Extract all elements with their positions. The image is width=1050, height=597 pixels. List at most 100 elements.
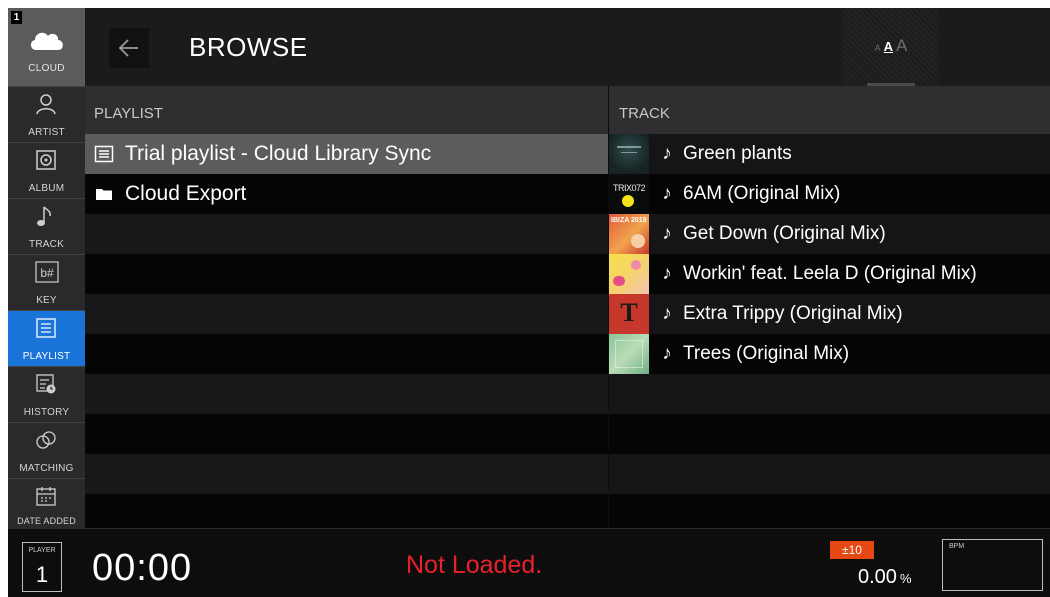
track-artwork: IBIZA 2019 xyxy=(609,214,649,254)
track-row[interactable]: ♪ Workin' feat. Leela D (Original Mix) xyxy=(609,254,1050,294)
category-history-label: HISTORY xyxy=(23,407,70,418)
category-album[interactable]: ALBUM xyxy=(8,142,85,198)
font-size-medium: A xyxy=(883,39,894,54)
empty-row xyxy=(85,214,608,254)
player-info-bar: PLAYER 1 00:00 Not Loaded. ±10 0.00% BPM xyxy=(8,528,1050,597)
source-cloud-button[interactable]: 1 CLOUD xyxy=(8,8,85,86)
artist-icon xyxy=(36,94,56,115)
artwork-text: TRIX072 xyxy=(612,183,646,193)
tempo-range-badge: ±10 xyxy=(830,541,874,559)
pitch-readout: 0.00% xyxy=(858,566,912,589)
font-size-small: A xyxy=(874,43,881,53)
playlist-item[interactable]: Trial playlist - Cloud Library Sync xyxy=(85,134,608,174)
track-artwork xyxy=(609,334,649,374)
track-row[interactable]: ♪ Trees (Original Mix) xyxy=(609,334,1050,374)
empty-row xyxy=(609,374,1050,414)
player-number: 1 xyxy=(35,562,49,587)
category-key[interactable]: b# KEY xyxy=(8,254,85,310)
music-note-icon: ♪ xyxy=(662,223,672,244)
category-date-added[interactable]: DATE ADDED xyxy=(8,478,85,528)
music-note-icon: ♪ xyxy=(662,263,672,284)
category-artist[interactable]: ARTIST xyxy=(8,86,85,142)
music-note-icon: ♪ xyxy=(662,183,672,204)
empty-row xyxy=(609,414,1050,454)
elapsed-time: 00:00 xyxy=(92,547,193,589)
track-column-header: TRACK xyxy=(609,86,1050,134)
browse-screen: 1 CLOUD ARTIST ALBUM TRACK b# KEY PLAYLI… xyxy=(8,8,1050,597)
track-row[interactable]: ♪ Green plants xyxy=(609,134,1050,174)
cloud-label: CLOUD xyxy=(28,63,65,74)
album-icon xyxy=(36,150,56,170)
artwork-text: IBIZA 2019 xyxy=(611,217,647,224)
category-track-label: TRACK xyxy=(29,239,64,250)
deck-number-badge: 1 xyxy=(11,11,22,24)
track-title: 6AM (Original Mix) xyxy=(683,183,841,204)
playlist-item-label: Cloud Export xyxy=(125,182,247,205)
category-playlist-label: PLAYLIST xyxy=(22,351,71,362)
category-album-label: ALBUM xyxy=(28,183,65,194)
bpm-display: BPM xyxy=(942,539,1043,591)
track-title: Workin' feat. Leela D (Original Mix) xyxy=(683,263,977,284)
category-key-label: KEY xyxy=(36,295,57,306)
date-added-icon xyxy=(36,487,56,506)
track-row[interactable]: IBIZA 2019 ♪ Get Down (Original Mix) xyxy=(609,214,1050,254)
player-label: PLAYER xyxy=(28,547,56,554)
empty-row xyxy=(85,254,608,294)
folder-icon xyxy=(89,188,119,200)
empty-row xyxy=(85,334,608,374)
track-row[interactable]: TRIX072 ♪ 6AM (Original Mix) xyxy=(609,174,1050,214)
pitch-unit: % xyxy=(899,571,912,586)
category-date-added-label: DATE ADDED xyxy=(17,516,76,526)
key-icon-text: b# xyxy=(40,266,54,280)
player-indicator: PLAYER 1 xyxy=(22,542,62,592)
track-pane: TRACK ♪ Green plants TRIX072 ♪ 6AM (Orig… xyxy=(609,86,1050,528)
track-artwork xyxy=(609,254,649,294)
track-artwork xyxy=(609,134,649,174)
source-rail: 1 CLOUD ARTIST ALBUM TRACK b# KEY PLAYLI… xyxy=(8,8,85,528)
font-size-large: A xyxy=(896,36,908,55)
empty-row xyxy=(85,494,608,528)
load-status: Not Loaded. xyxy=(406,551,543,579)
back-button[interactable] xyxy=(109,28,149,68)
playlist-pane: PLAYLIST Trial playlist - Cloud Library … xyxy=(85,86,608,528)
music-note-icon: ♪ xyxy=(662,143,672,164)
empty-row xyxy=(609,454,1050,494)
matching-icon xyxy=(36,431,56,449)
font-size-button[interactable]: AAA xyxy=(843,8,939,86)
font-size-letters: AAA xyxy=(843,36,939,56)
music-note-icon: ♪ xyxy=(662,303,672,324)
track-icon xyxy=(37,206,51,226)
track-row[interactable]: T ♪ Extra Trippy (Original Mix) xyxy=(609,294,1050,334)
category-track[interactable]: TRACK xyxy=(8,198,85,254)
track-title: Extra Trippy (Original Mix) xyxy=(683,303,903,324)
empty-row xyxy=(85,294,608,334)
header-bar: BROWSE AAA xyxy=(85,8,1050,86)
category-playlist[interactable]: PLAYLIST xyxy=(8,310,85,366)
empty-row xyxy=(85,374,608,414)
track-title: Green plants xyxy=(683,143,792,164)
empty-row xyxy=(85,454,608,494)
track-title: Trees (Original Mix) xyxy=(683,343,850,364)
page-title: BROWSE xyxy=(189,32,308,62)
category-matching[interactable]: MATCHING xyxy=(8,422,85,478)
category-history[interactable]: HISTORY xyxy=(8,366,85,422)
empty-row xyxy=(609,494,1050,528)
pitch-value: 0.00 xyxy=(858,566,897,588)
category-artist-label: ARTIST xyxy=(28,127,65,138)
track-artwork: TRIX072 xyxy=(609,174,649,214)
playlist-item-label: Trial playlist - Cloud Library Sync xyxy=(125,142,432,165)
history-icon xyxy=(36,374,56,394)
empty-row xyxy=(85,414,608,454)
playlist-column-header: PLAYLIST xyxy=(85,86,608,134)
category-matching-label: MATCHING xyxy=(19,463,74,474)
bpm-label: BPM xyxy=(949,543,965,550)
track-artwork: T xyxy=(609,294,649,334)
artwork-text: T xyxy=(620,298,638,327)
back-arrow-icon xyxy=(118,39,138,57)
playlist-list-icon xyxy=(89,145,119,163)
cloud-icon xyxy=(30,32,63,50)
playlist-icon xyxy=(36,318,56,338)
track-title: Get Down (Original Mix) xyxy=(683,223,886,244)
music-note-icon: ♪ xyxy=(662,343,672,364)
playlist-item[interactable]: Cloud Export xyxy=(85,174,608,214)
